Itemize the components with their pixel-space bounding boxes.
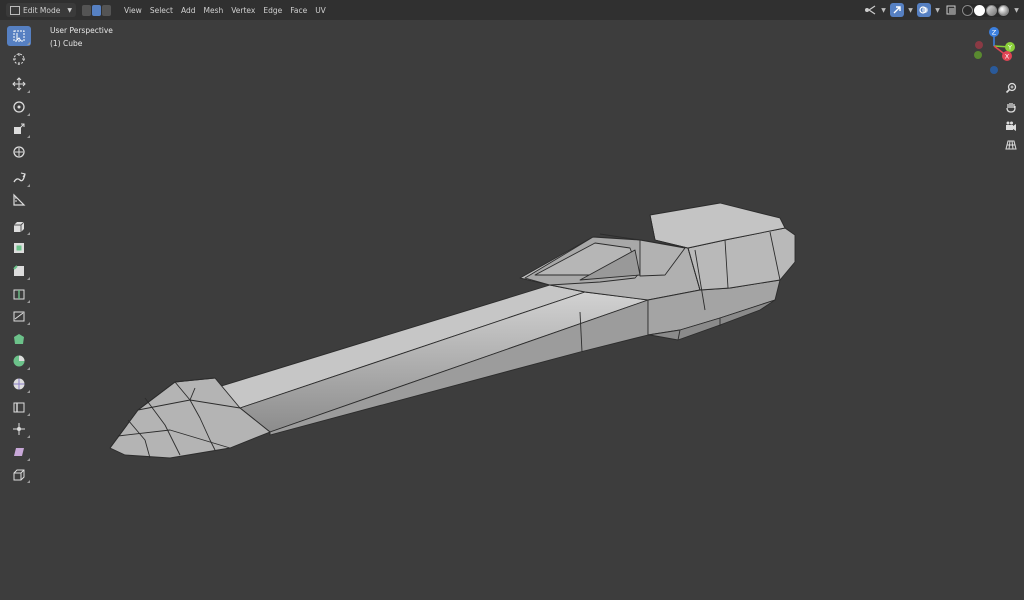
scale-tool[interactable] <box>7 119 31 139</box>
perspective-grid-icon[interactable] <box>1003 137 1019 153</box>
annotate-tool[interactable] <box>7 168 31 188</box>
knife-tool[interactable] <box>7 306 31 326</box>
cursor-tool[interactable] <box>7 49 31 69</box>
toolbar <box>6 26 32 487</box>
pan-hand-icon[interactable] <box>1003 99 1019 115</box>
loop-cut-tool[interactable] <box>7 284 31 304</box>
rip-region-tool[interactable] <box>7 464 31 484</box>
rotate-tool[interactable] <box>7 97 31 117</box>
shrink-fatten-tool[interactable] <box>7 419 31 439</box>
measure-tool[interactable] <box>7 190 31 210</box>
navigation-buttons <box>1003 80 1019 153</box>
neg-y-axis-handle[interactable] <box>974 51 982 59</box>
z-axis-label: Z <box>992 29 997 37</box>
mesh-viewport[interactable] <box>0 0 1024 600</box>
y-axis-label: Y <box>1007 44 1012 52</box>
inset-faces-tool[interactable] <box>7 238 31 258</box>
neg-x-axis-handle[interactable] <box>975 41 983 49</box>
transform-tool[interactable] <box>7 142 31 162</box>
zoom-icon[interactable] <box>1003 80 1019 96</box>
smooth-tool[interactable] <box>7 374 31 394</box>
poly-build-tool[interactable] <box>7 329 31 349</box>
move-tool[interactable] <box>7 74 31 94</box>
camera-view-icon[interactable] <box>1003 118 1019 134</box>
navigation-gizmo[interactable]: Z Y X <box>970 24 1020 80</box>
neg-z-axis-handle[interactable] <box>990 66 998 74</box>
shear-tool[interactable] <box>7 442 31 462</box>
x-axis-label: X <box>1005 53 1010 61</box>
spin-tool[interactable] <box>7 351 31 371</box>
select-box-tool[interactable] <box>7 26 31 46</box>
bevel-tool[interactable] <box>7 261 31 281</box>
spaceship-mesh <box>109 202 796 459</box>
edge-slide-tool[interactable] <box>7 397 31 417</box>
extrude-region-tool[interactable] <box>7 216 31 236</box>
